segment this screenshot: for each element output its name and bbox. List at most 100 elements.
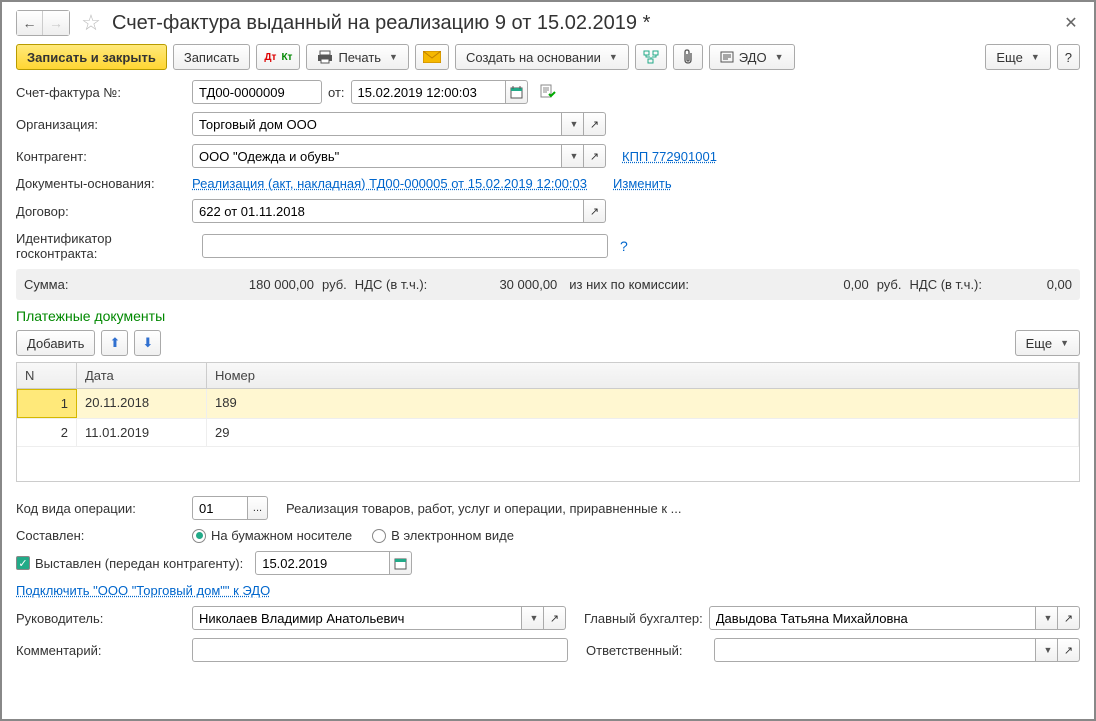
org-label: Организация: (16, 117, 186, 132)
add-button[interactable]: Добавить (16, 330, 95, 356)
vat-value: 30 000,00 (487, 277, 557, 292)
calendar-icon (394, 557, 407, 570)
favorite-star-icon[interactable]: ☆ (80, 12, 102, 34)
counterparty-label: Контрагент: (16, 149, 186, 164)
org-input[interactable] (192, 112, 562, 136)
responsible-input[interactable] (714, 638, 1036, 662)
issued-date-input[interactable] (255, 551, 390, 575)
basis-doc-link[interactable]: Реализация (акт, накладная) ТД00-000005 … (192, 176, 587, 191)
kpp-link[interactable]: КПП 772901001 (622, 149, 717, 164)
create-based-on-button[interactable]: Создать на основании▼ (455, 44, 629, 70)
calendar-icon (510, 86, 523, 99)
email-button[interactable] (415, 44, 449, 70)
radio-paper[interactable]: На бумажном носителе (192, 528, 352, 543)
col-n[interactable]: N (17, 363, 77, 388)
date-input[interactable] (351, 80, 506, 104)
op-code-desc: Реализация товаров, работ, услуг и опера… (286, 501, 681, 516)
accountant-open-button[interactable]: ↗ (1058, 606, 1080, 630)
change-link[interactable]: Изменить (613, 176, 672, 191)
chevron-down-icon: ▼ (609, 52, 618, 62)
checkbox-checked-icon: ✓ (16, 556, 30, 570)
head-dropdown-button[interactable]: ▼ (522, 606, 544, 630)
sum-value: 180 000,00 (234, 277, 314, 292)
responsible-label: Ответственный: (586, 643, 708, 658)
structure-button[interactable] (635, 44, 667, 70)
printer-icon (317, 50, 333, 64)
comment-label: Комментарий: (16, 643, 186, 658)
more-button[interactable]: Еще▼ (985, 44, 1050, 70)
move-down-button[interactable]: ⬇ (134, 330, 161, 356)
contract-label: Договор: (16, 204, 186, 219)
move-up-button[interactable]: ⬆ (101, 330, 128, 356)
contract-open-button[interactable]: ↗ (584, 199, 606, 223)
print-button[interactable]: Печать▼ (306, 44, 409, 70)
edo-icon (720, 50, 734, 64)
op-code-select-button[interactable]: ... (248, 496, 268, 520)
back-button[interactable]: ← (17, 11, 43, 35)
radio-unchecked-icon (372, 529, 386, 543)
dt-kt-button[interactable]: ДтКт (256, 44, 300, 70)
invoice-no-label: Счет-фактура №: (16, 85, 186, 100)
help-icon[interactable]: ? (620, 238, 628, 254)
sum-label: Сумма: (24, 277, 234, 292)
payments-title: Платежные документы (16, 308, 1080, 324)
payments-toolbar: Добавить ⬆ ⬇ Еще▼ (16, 330, 1080, 356)
accountant-dropdown-button[interactable]: ▼ (1036, 606, 1058, 630)
invoice-no-input[interactable] (192, 80, 322, 104)
save-button[interactable]: Записать (173, 44, 251, 70)
attachment-button[interactable] (673, 44, 703, 70)
col-date[interactable]: Дата (77, 363, 207, 388)
basis-label: Документы-основания: (16, 176, 186, 191)
vat2-value: 0,00 (982, 277, 1072, 292)
org-dropdown-button[interactable]: ▼ (562, 112, 584, 136)
op-code-label: Код вида операции: (16, 501, 186, 516)
contract-input[interactable] (192, 199, 584, 223)
issued-calendar-button[interactable] (390, 551, 412, 575)
chevron-down-icon: ▼ (1060, 338, 1069, 348)
window: ← → ☆ Счет-фактура выданный на реализаци… (0, 0, 1096, 721)
chevron-down-icon: ▼ (775, 52, 784, 62)
table-row[interactable]: 2 11.01.2019 29 (17, 419, 1079, 447)
responsible-dropdown-button[interactable]: ▼ (1036, 638, 1058, 662)
radio-electronic[interactable]: В электронном виде (372, 528, 514, 543)
counterparty-dropdown-button[interactable]: ▼ (562, 144, 584, 168)
vat-label: НДС (в т.ч.): (355, 277, 428, 292)
table-row[interactable]: 1 20.11.2018 189 (17, 389, 1079, 419)
status-icon[interactable] (540, 84, 556, 100)
from-label: от: (328, 85, 345, 100)
forward-button[interactable]: → (43, 11, 69, 35)
close-icon[interactable]: ✕ (1062, 13, 1080, 33)
help-button[interactable]: ? (1057, 44, 1080, 70)
accountant-input[interactable] (709, 606, 1036, 630)
edo-connect-link[interactable]: Подключить "ООО "Торговый дом"" к ЭДО (16, 583, 270, 598)
head-open-button[interactable]: ↗ (544, 606, 566, 630)
edo-button[interactable]: ЭДО▼ (709, 44, 795, 70)
radio-checked-icon (192, 529, 206, 543)
op-code-input[interactable] (192, 496, 248, 520)
envelope-icon (423, 51, 441, 63)
titlebar: ← → ☆ Счет-фактура выданный на реализаци… (16, 10, 1080, 36)
calendar-button[interactable] (506, 80, 528, 104)
accountant-label: Главный бухгалтер: (584, 611, 703, 626)
issued-checkbox[interactable]: ✓ Выставлен (передан контрагенту): (16, 556, 243, 571)
goscontract-input[interactable] (202, 234, 608, 258)
paperclip-icon (681, 49, 695, 65)
payments-more-button[interactable]: Еще▼ (1015, 330, 1080, 356)
head-input[interactable] (192, 606, 522, 630)
nav-buttons: ← → (16, 10, 70, 36)
counterparty-input[interactable] (192, 144, 562, 168)
save-and-close-button[interactable]: Записать и закрыть (16, 44, 167, 70)
comment-input[interactable] (192, 638, 568, 662)
commission-value: 0,00 (819, 277, 869, 292)
structure-icon (643, 50, 659, 64)
head-label: Руководитель: (16, 611, 186, 626)
sum-bar: Сумма: 180 000,00 руб. НДС (в т.ч.): 30 … (16, 269, 1080, 300)
responsible-open-button[interactable]: ↗ (1058, 638, 1080, 662)
counterparty-open-button[interactable]: ↗ (584, 144, 606, 168)
org-open-button[interactable]: ↗ (584, 112, 606, 136)
vat2-label: НДС (в т.ч.): (910, 277, 983, 292)
col-num[interactable]: Номер (207, 363, 1079, 388)
composed-label: Составлен: (16, 528, 186, 543)
main-toolbar: Записать и закрыть Записать ДтКт Печать▼… (16, 44, 1080, 70)
chevron-down-icon: ▼ (389, 52, 398, 62)
